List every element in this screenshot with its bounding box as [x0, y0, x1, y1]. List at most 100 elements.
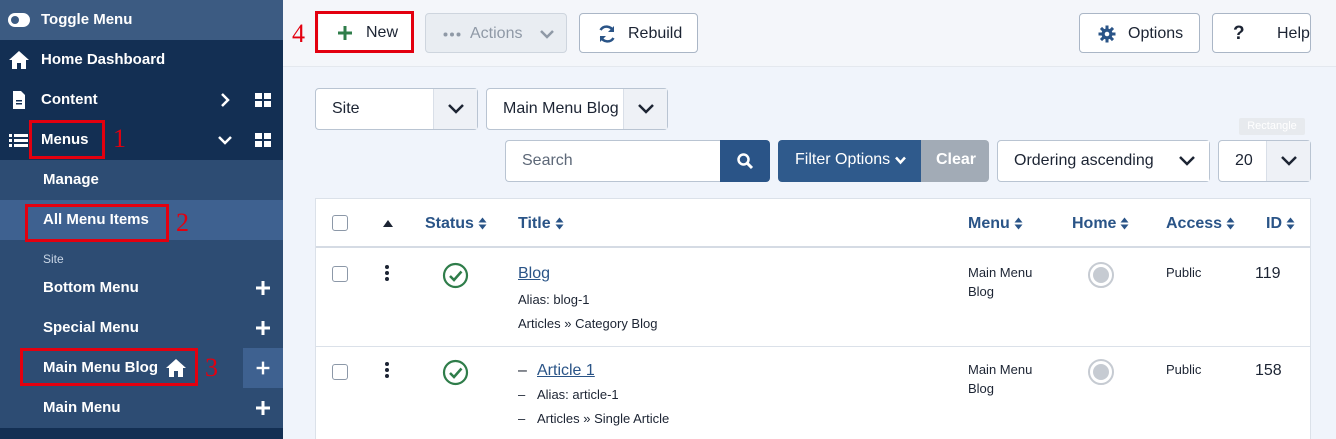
- chevron-down-icon: [1281, 156, 1297, 166]
- filter-options-button[interactable]: Filter Options: [778, 140, 921, 182]
- annotation-number-2: 2: [176, 208, 189, 237]
- annotation-box-2: [25, 204, 169, 242]
- search-input[interactable]: [505, 140, 721, 182]
- menu-select-value: Main Menu Blog: [503, 100, 619, 117]
- rebuild-label: Rebuild: [628, 25, 683, 42]
- drag-handle-icon[interactable]: [385, 265, 389, 281]
- options-label: Options: [1128, 25, 1184, 42]
- header-access[interactable]: Access: [1166, 215, 1235, 233]
- section-label: Site: [43, 252, 64, 266]
- dashboard-grid-icon[interactable]: [253, 130, 273, 150]
- annotation-number-1: 1: [113, 124, 126, 153]
- sort-icon: [1014, 217, 1023, 230]
- search-button[interactable]: [720, 140, 770, 182]
- menu-items-table: Status Title Menu Home Access ID Blog Al…: [315, 198, 1311, 439]
- actions-dropdown[interactable]: Actions: [425, 13, 567, 53]
- plus-icon: [256, 361, 270, 375]
- sort-icon: [1226, 217, 1235, 230]
- item-access: Public: [1166, 362, 1202, 377]
- item-alias: Alias: article-1: [537, 387, 619, 402]
- dashboard-grid-icon[interactable]: [253, 90, 273, 110]
- plus-icon[interactable]: [253, 318, 273, 338]
- item-id: 158: [1255, 362, 1282, 379]
- filter-options-label: Filter Options: [795, 151, 891, 168]
- chevron-down-icon: [540, 30, 554, 39]
- annotation-number-3: 3: [205, 353, 218, 382]
- rebuild-button[interactable]: Rebuild: [579, 13, 698, 53]
- sidebar-item-label: Home Dashboard: [41, 51, 166, 68]
- item-id: 119: [1255, 265, 1281, 282]
- home-toggle[interactable]: [1088, 262, 1114, 288]
- plus-icon[interactable]: [253, 398, 273, 418]
- plus-icon[interactable]: [253, 278, 273, 298]
- caret-down-icon: [895, 156, 906, 165]
- sidebar-item-label: Manage: [43, 171, 99, 188]
- row-checkbox[interactable]: [332, 364, 348, 380]
- sync-icon: [599, 25, 615, 43]
- sidebar-item-main-menu[interactable]: Main Menu: [0, 388, 283, 428]
- level-dash: –: [518, 362, 527, 379]
- sidebar-item-label: Special Menu: [43, 319, 139, 336]
- file-icon: [13, 91, 25, 109]
- select-all-checkbox[interactable]: [332, 215, 348, 231]
- chevron-down-icon: [1179, 156, 1195, 166]
- header-status[interactable]: Status: [425, 215, 487, 233]
- site-select[interactable]: Site: [315, 88, 478, 130]
- toggle-menu-button[interactable]: Toggle Menu: [0, 0, 283, 40]
- table-header: Status Title Menu Home Access ID: [316, 199, 1310, 248]
- header-home[interactable]: Home: [1072, 215, 1129, 233]
- published-check-icon[interactable]: [442, 359, 469, 386]
- sidebar-section-site: Site: [0, 240, 283, 268]
- sort-icon: [555, 217, 564, 230]
- annotation-box-4: [315, 11, 414, 53]
- options-button[interactable]: Options: [1079, 13, 1200, 53]
- annotation-box-1: [29, 120, 105, 159]
- clear-label: Clear: [936, 151, 977, 168]
- header-id[interactable]: ID: [1266, 215, 1295, 233]
- chevron-down-icon[interactable]: [215, 130, 235, 150]
- sort-icon: [1286, 217, 1295, 230]
- item-title-link[interactable]: Blog: [518, 265, 550, 283]
- header-menu[interactable]: Menu: [968, 215, 1023, 233]
- sort-up-icon[interactable]: [383, 220, 393, 227]
- row-checkbox[interactable]: [332, 266, 348, 282]
- annotation-number-4: 4: [292, 19, 305, 48]
- level-dash: –: [518, 411, 526, 426]
- toggle-menu-label: Toggle Menu: [41, 11, 133, 28]
- sidebar-item-content[interactable]: Content: [0, 80, 283, 120]
- actions-label: Actions: [470, 25, 523, 42]
- published-check-icon[interactable]: [442, 262, 469, 289]
- sidebar-item-special-menu[interactable]: Special Menu: [0, 308, 283, 348]
- rectangle-tag: Rectangle: [1239, 118, 1305, 135]
- item-menu: Main Menu Blog: [968, 362, 1033, 396]
- add-item-button[interactable]: [243, 348, 283, 388]
- sidebar-item-manage[interactable]: Manage: [0, 160, 283, 200]
- item-menu: Main Menu Blog: [968, 265, 1033, 299]
- sort-icon: [1120, 217, 1129, 230]
- item-access: Public: [1166, 265, 1202, 280]
- site-select-value: Site: [332, 100, 360, 117]
- ellipsis-icon: [443, 32, 461, 37]
- search-icon: [737, 153, 754, 170]
- clear-button[interactable]: Clear: [921, 140, 989, 182]
- menu-select[interactable]: Main Menu Blog: [486, 88, 668, 130]
- annotation-box-3: [20, 348, 198, 386]
- home-icon: [9, 51, 29, 69]
- ordering-select-value: Ordering ascending: [1014, 152, 1154, 169]
- ordering-select[interactable]: Ordering ascending: [997, 140, 1210, 182]
- header-title[interactable]: Title: [518, 215, 564, 233]
- home-toggle[interactable]: [1088, 359, 1114, 385]
- chevron-down-icon: [638, 104, 654, 114]
- drag-handle-icon[interactable]: [385, 362, 389, 378]
- level-dash: –: [518, 387, 526, 402]
- sidebar-item-bottom-menu[interactable]: Bottom Menu: [0, 268, 283, 308]
- table-row: – Article 1 – Alias: article-1 – Article…: [316, 347, 1310, 439]
- item-title-link[interactable]: Article 1: [537, 362, 595, 380]
- item-type: Articles » Single Article: [537, 411, 670, 426]
- help-button[interactable]: ? Help: [1212, 13, 1311, 53]
- chevron-right-icon[interactable]: [215, 90, 235, 110]
- chevron-down-icon: [448, 104, 464, 114]
- question-icon: ?: [1233, 23, 1245, 44]
- limit-select[interactable]: 20: [1218, 140, 1311, 182]
- sidebar-item-home[interactable]: Home Dashboard: [0, 40, 283, 80]
